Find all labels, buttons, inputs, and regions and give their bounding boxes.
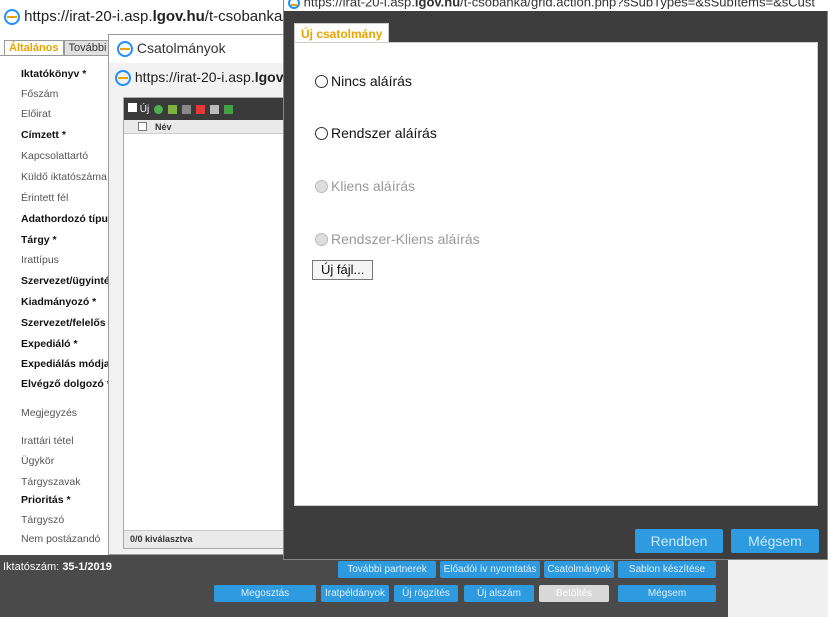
new-label: Új bbox=[139, 104, 150, 115]
main-tabs: Általános További bbox=[4, 40, 112, 56]
field-label: Iktatókönyv * bbox=[21, 68, 87, 80]
share-icon[interactable] bbox=[224, 104, 234, 114]
megosztas-button[interactable]: Megosztás bbox=[214, 585, 316, 602]
field-label: Nem postázandó bbox=[21, 533, 101, 545]
radio-kliens-alairas: Kliens aláírás bbox=[315, 178, 415, 194]
selection-count: 0/0 kiválasztva bbox=[124, 530, 288, 548]
dialog-cancel-button[interactable]: Mégsem bbox=[731, 529, 819, 553]
radio-label: Kliens aláírás bbox=[331, 178, 416, 194]
field-label: Küldő iktatószáma bbox=[21, 171, 107, 183]
ie-icon bbox=[288, 0, 300, 9]
dialog-url-bar[interactable]: https://irat-20-i.asp.lgov.hu/t-csobanka… bbox=[284, 0, 828, 11]
sablon-keszitese-button[interactable]: Sablon készítése bbox=[618, 561, 716, 578]
edit-icon[interactable] bbox=[182, 104, 192, 114]
stamp-icon[interactable] bbox=[168, 104, 178, 114]
field-label: Szervezet/felelős v bbox=[21, 317, 115, 329]
field-label: Ügykör bbox=[21, 455, 55, 467]
radio-circle[interactable] bbox=[315, 74, 328, 88]
sign-icon[interactable] bbox=[154, 104, 164, 114]
field-label: Tárgy * bbox=[21, 234, 57, 246]
document-icon[interactable] bbox=[210, 104, 220, 114]
new-attachment-dialog: https://irat-20-i.asp.lgov.hu/t-csobanka… bbox=[283, 0, 828, 560]
field-label: Szervezet/ügyinté bbox=[21, 275, 110, 287]
betoltes-button[interactable]: Betöltés bbox=[539, 585, 609, 602]
ie-icon bbox=[117, 41, 133, 58]
radio-label: Rendszer-Kliens aláírás bbox=[331, 231, 480, 247]
iktatoszam: Iktatószám: 35-1/2019 bbox=[3, 561, 112, 573]
csatolmanyok-button[interactable]: Csatolmányok bbox=[544, 561, 614, 578]
main-url-prefix: https://irat-20-i.asp. bbox=[24, 8, 153, 25]
field-label: Adathordozó típus bbox=[21, 213, 114, 225]
dialog-panel: Nincs aláírás Rendszer aláírás Kliens al… bbox=[294, 42, 818, 506]
iratpeldanyok-button[interactable]: Iratpéldányok bbox=[321, 585, 389, 602]
main-bottom-bar: Iktatószám: 35-1/2019 További partnerek … bbox=[0, 555, 728, 617]
attachments-url-prefix: https://irat-20-i.asp. bbox=[134, 69, 255, 85]
new-file-button[interactable]: Új fájl... bbox=[312, 260, 374, 280]
ie-icon bbox=[4, 9, 20, 26]
radio-rendszer-alairas[interactable]: Rendszer aláírás bbox=[315, 125, 437, 141]
field-label: Főszám bbox=[21, 88, 59, 100]
attachments-window: Csatolmányok https://irat-20-i.asp.lgov.… bbox=[108, 34, 289, 555]
new-doc-icon bbox=[128, 103, 137, 112]
new-attachment-button[interactable]: Új bbox=[128, 103, 149, 115]
dialog-url-suffix: /t-csobanka/grid.action.php?sSubTypes=&s… bbox=[460, 0, 815, 10]
field-label: Megjegyzés bbox=[21, 407, 78, 419]
tab-altalanos[interactable]: Általános bbox=[4, 40, 64, 56]
radio-nincs-alairas[interactable]: Nincs aláírás bbox=[315, 73, 412, 89]
attachments-url-bar[interactable]: https://irat-20-i.asp.lgov.hu bbox=[109, 64, 289, 92]
radio-circle bbox=[315, 179, 328, 193]
field-label: Expediáló * bbox=[21, 338, 78, 350]
radio-label: Nincs aláírás bbox=[331, 73, 412, 89]
radio-label: Rendszer aláírás bbox=[331, 125, 437, 141]
main-cancel-button[interactable]: Mégsem bbox=[618, 585, 716, 602]
field-label: Irattári tétel bbox=[21, 435, 74, 447]
dialog-url-domain: lgov.hu bbox=[414, 0, 461, 10]
field-label: Előirat bbox=[21, 108, 51, 120]
field-label: Címzett * bbox=[21, 129, 66, 141]
attachments-grid: Új Név 0/0 kiválasztva bbox=[123, 97, 289, 549]
attachments-title-bar[interactable]: Csatolmányok bbox=[109, 35, 289, 63]
tovabbi-partnerek-button[interactable]: További partnerek bbox=[338, 561, 436, 578]
field-label: Érintett fél bbox=[21, 192, 69, 204]
delete-icon[interactable] bbox=[196, 104, 206, 114]
attachments-toolbar: Új bbox=[124, 98, 288, 120]
radio-circle[interactable] bbox=[315, 126, 328, 140]
main-url-domain: lgov.hu bbox=[152, 8, 205, 25]
select-all-checkbox[interactable] bbox=[138, 122, 147, 131]
radio-circle bbox=[315, 232, 328, 246]
field-label: Tárgyszó bbox=[21, 514, 65, 526]
field-label: Expediálás módja bbox=[21, 358, 110, 370]
ok-button[interactable]: Rendben bbox=[635, 529, 723, 553]
field-label: Prioritás * bbox=[21, 494, 71, 506]
tab-uj-csatolmany[interactable]: Új csatolmány bbox=[294, 23, 390, 43]
tab-tovabbi[interactable]: További bbox=[63, 40, 112, 56]
column-name[interactable]: Név bbox=[155, 122, 172, 132]
field-label: Kiadmányozó * bbox=[21, 296, 97, 308]
iktatoszam-label: Iktatószám: bbox=[3, 561, 60, 573]
field-label: Irattípus bbox=[21, 254, 59, 266]
main-url-bar[interactable]: https://irat-20-i.asp.lgov.hu/t-csobanka… bbox=[0, 0, 300, 34]
field-label: Tárgyszavak bbox=[21, 476, 81, 488]
field-label: Kapcsolattartó bbox=[21, 150, 89, 162]
uj-rogzites-button[interactable]: Új rögzítés bbox=[394, 585, 458, 602]
ie-icon bbox=[115, 70, 131, 87]
uj-alszam-button[interactable]: Új alszám bbox=[464, 585, 534, 602]
field-label: Elvégző dolgozó * bbox=[21, 378, 111, 390]
attachments-title: Csatolmányok bbox=[136, 40, 226, 56]
iktatoszam-value: 35-1/2019 bbox=[62, 561, 112, 573]
eloadoi-iv-button[interactable]: Előadói ív nyomtatás bbox=[440, 561, 540, 578]
dialog-url-prefix: https://irat-20-i.asp. bbox=[303, 0, 415, 10]
attachments-header: Név bbox=[124, 120, 288, 134]
radio-rendszer-kliens-alairas: Rendszer-Kliens aláírás bbox=[315, 231, 480, 247]
